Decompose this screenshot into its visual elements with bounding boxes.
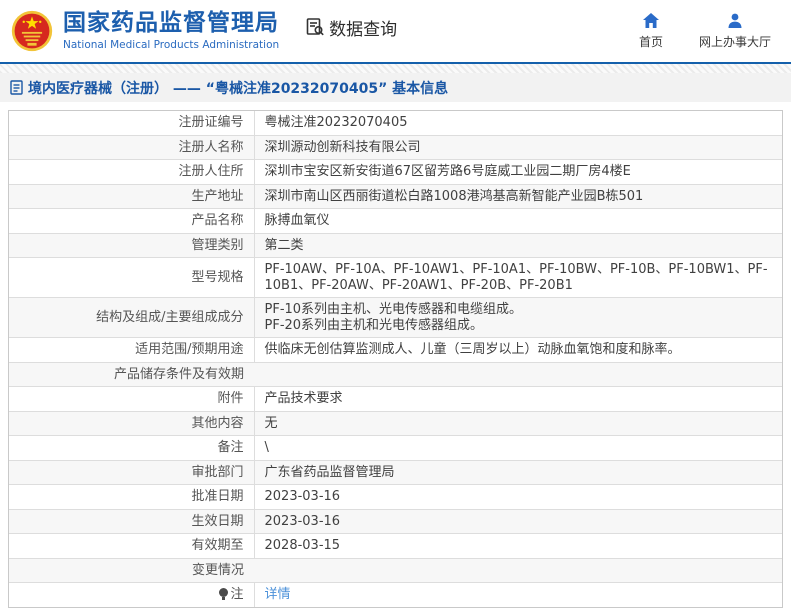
info-table-body: 注册证编号 粤械注准20232070405 注册人名称 深圳源动创新科技有限公司 注册人… <box>9 111 782 607</box>
table-row: 备注 \ <box>9 435 782 460</box>
row-label: 产品名称 <box>9 208 254 233</box>
row-label: 有效期至 <box>9 533 254 558</box>
row-value: 2023-03-16 <box>253 484 782 509</box>
table-row: 型号规格 PF-10AW、PF-10A、PF-10AW1、PF-10A1、PF-1… <box>9 257 782 298</box>
row-label: 产品储存条件及有效期 <box>9 361 254 387</box>
document-icon <box>10 80 23 95</box>
row-value: 深圳市宝安区新安街道67区留芳路6号庭威工业园二期厂房4楼E <box>253 159 782 184</box>
row-label: 注册人住所 <box>9 159 254 184</box>
row-label: 生效日期 <box>9 508 254 534</box>
nav-service-hall[interactable]: 网上办事大厅 <box>699 12 771 50</box>
row-value: 2023-03-16 <box>253 508 782 534</box>
table-row: 结构及组成/主要组成成分 PF-10系列由主机、光电传感器和电缆组成。 PF-20… <box>9 297 782 338</box>
row-label: 变更情况 <box>9 557 254 583</box>
row-label: 批准日期 <box>9 484 254 509</box>
row-label: 适用范围/预期用途 <box>9 337 254 362</box>
row-value: 供临床无创估算监测成人、儿童（三周岁以上）动脉血氧饱和度和脉率。 <box>253 337 782 362</box>
table-row: 其他内容无 <box>9 410 782 436</box>
site-title: 国家药品监督管理局 <box>63 10 279 37</box>
row-value: PF-10系列由主机、光电传感器和电缆组成。 PF-20系列由主机和光电传感器组… <box>253 297 782 338</box>
header: 国家药品监督管理局 National Medical Products Admi… <box>0 0 791 62</box>
row-value: 粤械注准20232070405 <box>253 111 782 135</box>
table-row: 批准日期 2023-03-16 <box>9 484 782 509</box>
row-label: 审批部门 <box>9 459 254 485</box>
lightbulb-icon <box>219 588 229 600</box>
page: 国家药品监督管理局 National Medical Products Admi… <box>0 0 791 608</box>
table-row: 注册人名称 深圳源动创新科技有限公司 <box>9 134 782 160</box>
breadcrumb: 境内医疗器械（注册） —— “粤械注准20232070405” 基本信息 <box>28 80 449 97</box>
row-label: 生产地址 <box>9 183 254 209</box>
row-value: \ <box>253 435 782 460</box>
data-query-label: 数据查询 <box>329 19 398 40</box>
row-value: 无 <box>253 410 782 436</box>
nav-home-label: 首页 <box>638 35 663 49</box>
row-value: 2028-03-15 <box>253 533 782 558</box>
row-label: 注册人名称 <box>9 134 254 160</box>
nav-home[interactable]: 首页 <box>639 12 663 50</box>
info-table: 注册证编号 粤械注准20232070405 注册人名称 深圳源动创新科技有限公司 注册人… <box>9 111 782 607</box>
table-row: 附件 产品技术要求 <box>9 386 782 411</box>
national-emblem-icon <box>10 9 54 53</box>
table-row: 生产地址 深圳市南山区西丽街道松白路1008港鸿基高新智能产业园B栋501 <box>9 183 782 209</box>
row-label: 其他内容 <box>9 410 254 436</box>
site-logo[interactable]: 国家药品监督管理局 National Medical Products Admi… <box>10 9 279 53</box>
row-label: 注 <box>9 582 254 607</box>
table-row: 管理类别 第二类 <box>9 232 782 258</box>
table-row: 注详情 <box>9 582 782 607</box>
table-row: 注册人住所 深圳市宝安区新安街道67区留芳路6号庭威工业园二期厂房4楼E <box>9 159 782 184</box>
info-table-container: 注册证编号 粤械注准20232070405 注册人名称 深圳源动创新科技有限公司 注册人… <box>8 110 783 608</box>
top-nav: 首页 网上办事大厅 <box>639 12 777 50</box>
row-label: 管理类别 <box>9 232 254 258</box>
table-row: 产品名称 脉搏血氧仪 <box>9 208 782 233</box>
table-row: 审批部门 广东省药品监督管理局 <box>9 459 782 485</box>
row-value: 产品技术要求 <box>253 386 782 411</box>
row-label: 型号规格 <box>9 257 254 298</box>
table-row: 产品储存条件及有效期 <box>9 361 782 387</box>
striped-strip <box>0 64 791 73</box>
table-row: 适用范围/预期用途 供临床无创估算监测成人、儿童（三周岁以上）动脉血氧饱和度和脉率… <box>9 337 782 362</box>
home-icon <box>642 12 660 30</box>
row-value: 广东省药品监督管理局 <box>253 459 782 485</box>
row-value: 第二类 <box>253 232 782 258</box>
document-search-icon <box>305 17 325 37</box>
row-label: 注册证编号 <box>178 115 244 130</box>
table-row: 注册证编号 粤械注准20232070405 <box>9 111 782 135</box>
breadcrumb-bar: 境内医疗器械（注册） —— “粤械注准20232070405” 基本信息 <box>0 73 791 102</box>
row-value: 详情 <box>253 582 782 607</box>
row-value <box>254 557 782 583</box>
detail-link[interactable]: 详情 <box>265 587 291 602</box>
person-icon <box>726 12 744 30</box>
row-label: 附件 <box>9 386 254 411</box>
site-subtitle: National Medical Products Administration <box>63 38 280 51</box>
nav-service-hall-label: 网上办事大厅 <box>698 35 771 49</box>
row-value: PF-10AW、PF-10A、PF-10AW1、PF-10A1、PF-10BW、… <box>253 257 782 298</box>
row-label: 结构及组成/主要组成成分 <box>9 297 254 338</box>
row-value: 深圳源动创新科技有限公司 <box>253 134 782 160</box>
row-value: 深圳市南山区西丽街道松白路1008港鸿基高新智能产业园B栋501 <box>253 183 782 209</box>
table-row: 生效日期 2023-03-16 <box>9 508 782 534</box>
row-value <box>254 361 782 387</box>
brand-text: 国家药品监督管理局 National Medical Products Admi… <box>63 10 280 51</box>
table-row: 有效期至 2028-03-15 <box>9 533 782 558</box>
table-row: 变更情况 <box>9 557 782 583</box>
row-value: 脉搏血氧仪 <box>253 208 782 233</box>
row-label: 备注 <box>9 435 254 460</box>
data-query-section[interactable]: 数据查询 <box>305 15 397 40</box>
